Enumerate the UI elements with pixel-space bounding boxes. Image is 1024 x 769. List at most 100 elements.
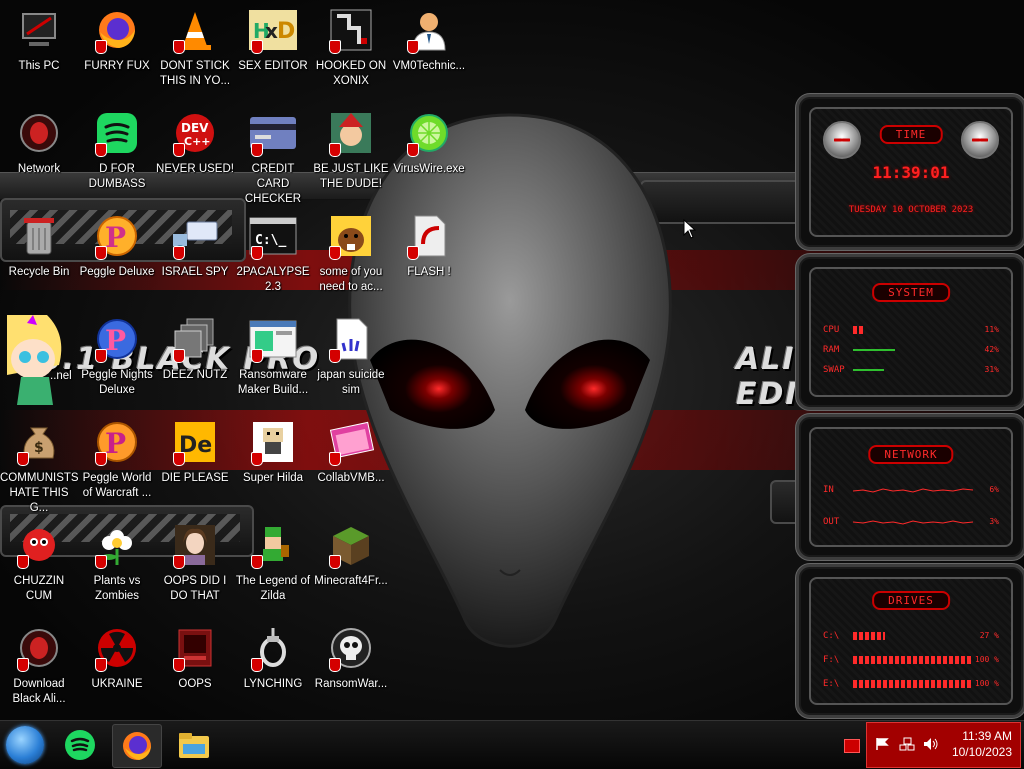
radiation-icon: [93, 624, 141, 672]
dotnet-de-icon: De: [171, 418, 219, 466]
desktop-icon[interactable]: OOPS: [156, 624, 234, 692]
taskbar-spotify-button[interactable]: [56, 724, 104, 766]
desktop-icon[interactable]: Minecraft4Fr...: [312, 521, 390, 589]
desktop-icon[interactable]: Super Hilda: [234, 418, 312, 486]
desktop-icon[interactable]: FLASH !: [390, 212, 468, 280]
desktop-icon[interactable]: P Peggle World of Warcraft ...: [78, 418, 156, 501]
swap-bar: [853, 369, 884, 371]
shortcut-shield-icon: [95, 658, 107, 672]
time-gadget[interactable]: TIME 11:39:01 TUESDAY 10 OCTOBER 2023: [796, 94, 1024, 250]
desktop-icon-label: Plants vs Zombies: [93, 575, 141, 602]
desktop-icon[interactable]: C:\_ 2PACALYPSE 2.3: [234, 212, 312, 295]
desktop-icon[interactable]: Ransomware Maker Build...: [234, 315, 312, 398]
shortcut-shield-icon: [173, 349, 185, 363]
desktop-icon[interactable]: P Peggle Deluxe: [78, 212, 156, 280]
desktop-icon[interactable]: This PC: [0, 6, 78, 74]
link-sprite-icon: [249, 521, 297, 569]
taskbar: 11:39 AM 10/10/2023: [0, 720, 1024, 769]
desktop-icon[interactable]: ISRAEL SPY: [156, 212, 234, 280]
firefox-icon: [123, 732, 151, 760]
desktop-icon[interactable]: RansomWar...: [312, 624, 390, 692]
elf-icon: [327, 109, 375, 157]
volume-icon[interactable]: [923, 737, 939, 751]
taskbar-firefox-button[interactable]: [112, 724, 162, 768]
net-out-value: 3%: [989, 517, 999, 526]
desktop-icon-label: Peggle Nights Deluxe: [81, 369, 153, 396]
desktop-icon[interactable]: D FOR DUMBASS: [78, 109, 156, 192]
taskbar-clock[interactable]: 11:39 AM 10/10/2023: [952, 728, 1012, 760]
desktop-icon[interactable]: CollabVMB...: [312, 418, 390, 486]
desktop-icon[interactable]: japan suicide sim: [312, 315, 390, 398]
peggle-icon: P: [93, 212, 141, 260]
desktop-icon[interactable]: The Legend of Zilda: [234, 521, 312, 604]
shortcut-shield-icon: [17, 452, 29, 466]
shortcut-shield-icon: [17, 555, 29, 569]
this-pc-icon: [15, 6, 63, 54]
system-gadget-title: SYSTEM: [872, 283, 950, 302]
desktop-icon[interactable]: DEEZ NUTZ: [156, 315, 234, 383]
peggle-wow-icon: P: [93, 418, 141, 466]
desktop-icon-label: Peggle World of Warcraft ...: [82, 472, 152, 499]
desktop-icon[interactable]: some of you need to ac...: [312, 212, 390, 295]
network-gadget[interactable]: NETWORK IN 6% OUT 3%: [796, 414, 1024, 560]
start-orb-icon[interactable]: [6, 726, 44, 764]
desktop-icon-label: Network: [17, 163, 61, 175]
drive-f-value: 100 %: [974, 655, 999, 664]
shortcut-shield-icon: [329, 143, 341, 157]
shortcut-shield-icon: [95, 246, 107, 260]
camera-icon: [171, 624, 219, 672]
desktop-icon-label: FURRY FUX: [84, 60, 150, 72]
desktop-icon-label: RansomWar...: [314, 678, 388, 690]
desktop-icon[interactable]: Plants vs Zombies: [78, 521, 156, 604]
network-tray-icon[interactable]: [899, 737, 915, 751]
desktop-icon-label: japan suicide sim: [317, 369, 385, 396]
drive-c-bar: [853, 632, 885, 640]
desktop-icon[interactable]: BE JUST LIKE THE DUDE!: [312, 109, 390, 192]
desktop-icon-label: VM0Technic...: [392, 60, 466, 72]
desktop-icon[interactable]: De DIE PLEASE: [156, 418, 234, 486]
gadget-clock: 11:39:01: [872, 163, 950, 182]
desktop-icon[interactable]: OOPS DID I DO THAT: [156, 521, 234, 604]
svg-text:C++: C++: [184, 135, 211, 148]
drives-gadget[interactable]: DRIVES C:\ 27 % F:\ 100 % E:\ 100 %: [796, 564, 1024, 718]
shortcut-shield-icon: [251, 40, 263, 54]
system-gadget[interactable]: SYSTEM CPU 11% RAM 42% SWAP 31%: [796, 254, 1024, 410]
pixel-character-icon: [249, 418, 297, 466]
clock-time: 11:39 AM: [962, 729, 1012, 743]
swap-row: SWAP 31%: [823, 365, 999, 377]
swap-value: 31%: [984, 365, 999, 374]
desktop-icon[interactable]: FURRY FUX: [78, 6, 156, 74]
desktop-icon[interactable]: $ COMMUNISTS HATE THIS G...: [0, 418, 79, 516]
swap-label: SWAP: [823, 365, 845, 375]
desktop-icon[interactable]: CHUZZIN CUM: [0, 521, 78, 604]
desktop-icon[interactable]: HOOKED ON XONIX: [312, 6, 390, 89]
desktop-icon-label: SEX EDITOR: [238, 60, 308, 72]
desktop-icon-label: Minecraft4Fr...: [314, 575, 388, 587]
desktop-icon[interactable]: P Peggle Nights Deluxe: [78, 315, 156, 398]
desktop-icon[interactable]: UKRAINE: [78, 624, 156, 692]
terminal-icon: C:\_: [249, 212, 297, 260]
ram-bar: [853, 349, 895, 351]
taskbar-explorer-button[interactable]: [170, 724, 218, 766]
show-hidden-icons-icon[interactable]: [844, 739, 860, 753]
desktop-icon-label: The Legend of Zilda: [235, 575, 311, 602]
desktop-icon[interactable]: Recycle Bin: [0, 212, 78, 280]
desktop-icon[interactable]: Download Black Ali...: [0, 624, 78, 707]
desktop-icon[interactable]: CREDIT CARD CHECKER: [234, 109, 312, 207]
shortcut-shield-icon: [407, 143, 419, 157]
desktop-icon[interactable]: DEV C++ NEVER USED!: [156, 109, 234, 177]
desktop-icon[interactable]: LYNCHING: [234, 624, 312, 692]
firefox-icon: [93, 6, 141, 54]
stacked-windows-icon: [171, 315, 219, 363]
desktop-icon-label: ..nel: [50, 370, 72, 382]
desktop-icon[interactable]: DONT STICK THIS IN YO...: [156, 6, 234, 89]
flag-icon[interactable]: [875, 737, 889, 751]
desktop-icon[interactable]: VM0Technic...: [390, 6, 468, 74]
desktop-icon[interactable]: Network: [0, 109, 78, 177]
star-butterfly-sticker: [0, 315, 78, 416]
desktop-icon[interactable]: Hx D SEX EDITOR: [234, 6, 312, 74]
desktop-icon-label: CollabVMB...: [317, 472, 385, 484]
desktop-icon[interactable]: VirusWire.exe: [390, 109, 468, 177]
drive-f-row: F:\ 100 %: [823, 655, 999, 667]
shortcut-shield-icon: [329, 349, 341, 363]
